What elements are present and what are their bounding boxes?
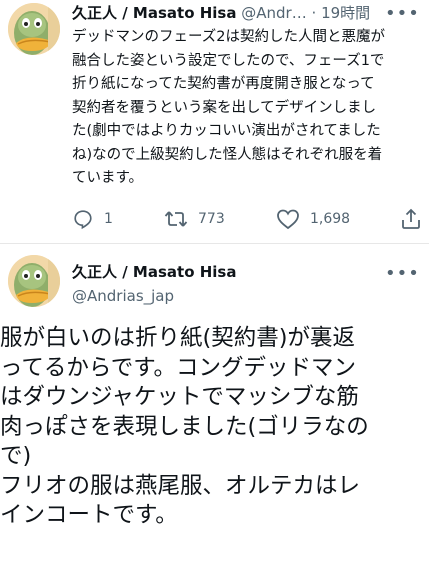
reply-count: 1 bbox=[104, 211, 113, 227]
user-handle[interactable]: @Andr… bbox=[241, 4, 306, 22]
avatar-image bbox=[8, 255, 60, 307]
user-handle[interactable]: @Andrias_jap bbox=[72, 286, 174, 306]
avatar[interactable] bbox=[8, 3, 60, 55]
display-name[interactable]: 久正人 / Masato Hisa bbox=[72, 4, 236, 22]
more-options-icon[interactable]: ••• bbox=[385, 5, 420, 23]
display-name[interactable]: 久正人 / Masato Hisa bbox=[72, 262, 236, 282]
separator-dot: · bbox=[311, 4, 317, 22]
tweet-divider bbox=[0, 243, 429, 244]
like-count: 1,698 bbox=[310, 211, 351, 227]
reply-button[interactable]: 1 bbox=[72, 205, 113, 233]
tweet-text: 服が白いのは折り紙(契約書)が裏返 ってるからです。コングデッドマン はダウンジ… bbox=[0, 325, 369, 528]
retweet-count: 773 bbox=[198, 211, 225, 227]
more-options-icon[interactable]: ••• bbox=[385, 265, 420, 283]
avatar-image bbox=[8, 3, 60, 55]
reply-icon bbox=[74, 210, 92, 230]
tweet-actions: 1 773 1,698 bbox=[66, 205, 429, 233]
heart-icon bbox=[277, 209, 299, 230]
share-icon bbox=[402, 208, 420, 229]
share-button[interactable] bbox=[400, 205, 422, 233]
retweet-icon bbox=[164, 211, 188, 227]
retweet-button[interactable]: 773 bbox=[164, 205, 225, 233]
timestamp[interactable]: 19時間 bbox=[321, 4, 370, 22]
tweet-text: デッドマンのフェーズ2は契約した人間と悪魔が 融合した姿という設定でしたので、フ… bbox=[72, 29, 385, 186]
like-button[interactable]: 1,698 bbox=[276, 205, 350, 233]
avatar[interactable] bbox=[8, 255, 60, 307]
